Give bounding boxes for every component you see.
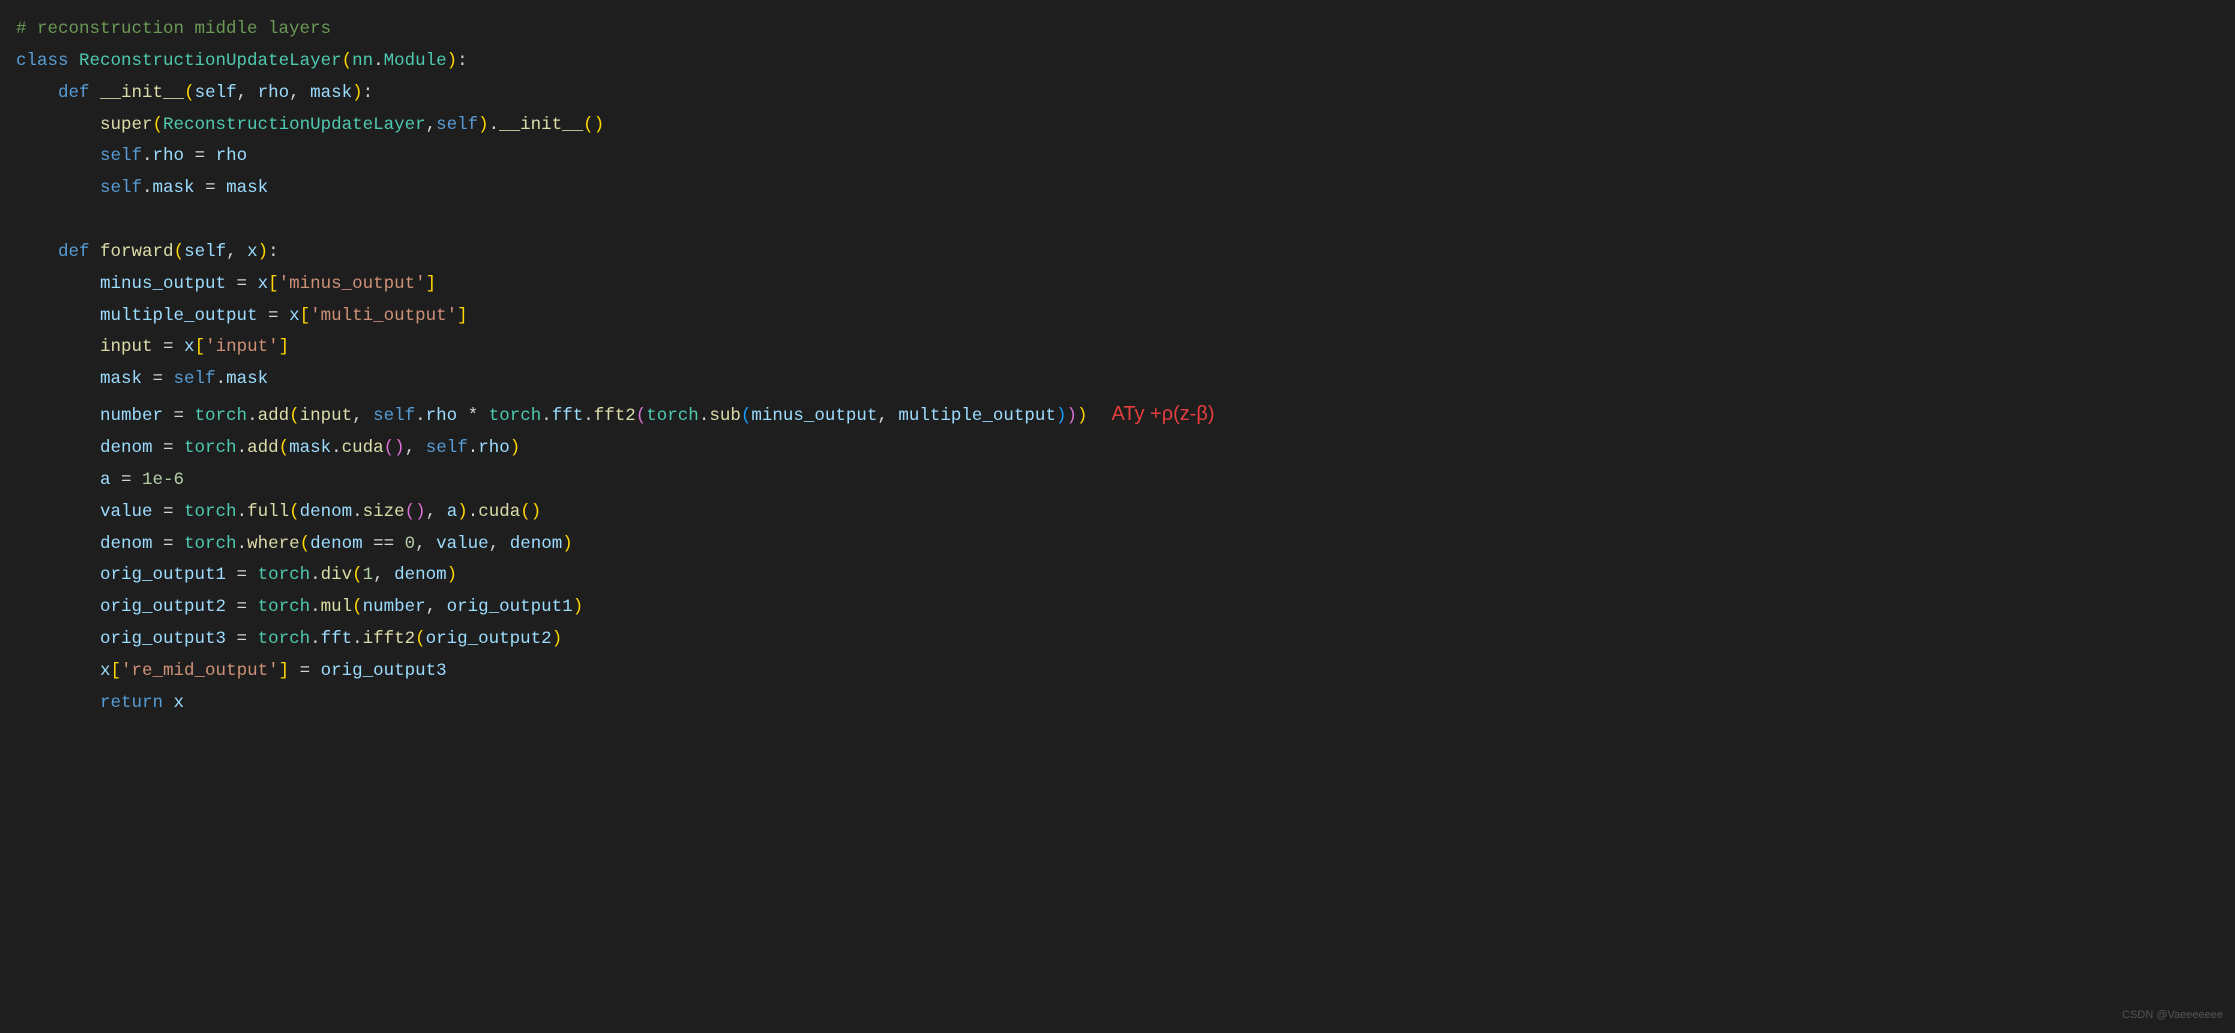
denom-line: denom = torch.add(mask.cuda(), self.rho) bbox=[16, 438, 520, 458]
a-line: a = 1e-6 bbox=[16, 470, 184, 490]
forward-def: def forward(self, x): bbox=[16, 242, 279, 262]
watermark: CSDN @Vaeeeeeee bbox=[2122, 1005, 2223, 1025]
x-assign-line: x['re_mid_output'] = orig_output3 bbox=[16, 661, 447, 681]
minus-output-line: minus_output = x['minus_output'] bbox=[16, 274, 436, 294]
mask-assign: self.mask = mask bbox=[16, 178, 268, 198]
multiple-output-line: multiple_output = x['multi_output'] bbox=[16, 306, 468, 326]
value-line: value = torch.full(denom.size(), a).cuda… bbox=[16, 502, 541, 522]
orig3-line: orig_output3 = torch.fft.ifft2(orig_outp… bbox=[16, 629, 562, 649]
orig1-line: orig_output1 = torch.div(1, denom) bbox=[16, 565, 457, 585]
code-block: # reconstruction middle layers class Rec… bbox=[16, 14, 2219, 720]
number-line: number = torch.add(input, self.rho * tor… bbox=[16, 406, 1215, 426]
init-def: def __init__(self, rho, mask): bbox=[16, 83, 373, 103]
return-line: return x bbox=[16, 693, 184, 713]
annotation-formula: ATy +ρ(z-β) bbox=[1111, 403, 1214, 425]
comment-line: # reconstruction middle layers bbox=[16, 19, 331, 39]
denom-where-line: denom = torch.where(denom == 0, value, d… bbox=[16, 534, 573, 554]
mask-line: mask = self.mask bbox=[16, 369, 268, 389]
class-def: class ReconstructionUpdateLayer(nn.Modul… bbox=[16, 51, 468, 71]
super-call: super(ReconstructionUpdateLayer,self).__… bbox=[16, 115, 604, 135]
orig2-line: orig_output2 = torch.mul(number, orig_ou… bbox=[16, 597, 583, 617]
input-line: input = x['input'] bbox=[16, 337, 289, 357]
rho-assign: self.rho = rho bbox=[16, 146, 247, 166]
